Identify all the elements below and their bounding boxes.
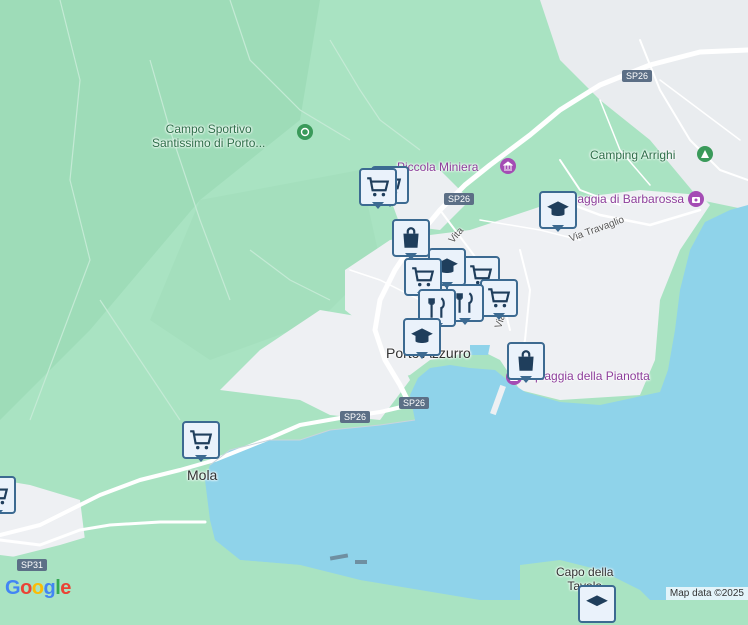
- shopping-cart-marker[interactable]: [359, 168, 397, 209]
- marker-tip: [520, 376, 532, 383]
- shop-bag-marker[interactable]: [392, 219, 430, 260]
- school-marker-edge[interactable]: [578, 585, 616, 625]
- google-logo[interactable]: Google: [5, 577, 71, 600]
- school-marker[interactable]: [403, 318, 441, 359]
- cart-icon: [190, 430, 213, 450]
- bag-icon: [403, 227, 419, 248]
- marker-tip: [493, 313, 505, 320]
- shopping-cart-marker[interactable]: [480, 279, 518, 320]
- cart-icon: [488, 288, 511, 308]
- marker-tip: [552, 225, 564, 232]
- camping-icon[interactable]: [697, 146, 713, 162]
- map-attribution[interactable]: Map data ©2025: [665, 587, 748, 600]
- sports-complex-icon[interactable]: [297, 124, 313, 140]
- marker-box: [392, 219, 430, 257]
- marker-box: [403, 318, 441, 356]
- shopping-cart-marker-edge[interactable]: [0, 476, 16, 517]
- campo-sportivo-label[interactable]: Campo Sportivo Santissimo di Porto...: [152, 122, 265, 150]
- cart-icon: [0, 488, 9, 505]
- school-marker[interactable]: [539, 191, 577, 232]
- marker-box: [0, 476, 16, 514]
- cart-icon: [412, 267, 435, 287]
- spiaggia-barbarossa-label[interactable]: Spiaggia di Barbarossa: [560, 192, 684, 206]
- marker-tip: [195, 455, 207, 462]
- road-badge-sp26-center: SP26: [444, 193, 475, 205]
- camping-arrighi-label[interactable]: Camping Arrighi: [590, 148, 675, 162]
- shop-bag-marker[interactable]: [507, 342, 545, 383]
- road-badge-sp26-north: SP26: [622, 70, 653, 82]
- marker-box: [578, 585, 616, 623]
- marker-box: [480, 279, 518, 317]
- marker-tip: [459, 318, 471, 325]
- map-canvas[interactable]: [0, 0, 748, 600]
- marker-tip: [372, 202, 384, 209]
- bag-icon: [518, 350, 534, 371]
- school-icon: [547, 201, 569, 216]
- road-badge-sp26-west: SP26: [340, 411, 371, 423]
- mola-label[interactable]: Mola: [187, 467, 217, 483]
- marker-box: [539, 191, 577, 229]
- marker-box: [359, 168, 397, 206]
- school-icon: [411, 328, 433, 343]
- road-badge-sp26-port: SP26: [399, 397, 430, 409]
- museum-icon[interactable]: [500, 158, 516, 174]
- marker-box: [507, 342, 545, 380]
- school-icon: [586, 595, 608, 607]
- beach-camera-icon[interactable]: [688, 191, 704, 207]
- road-badge-sp31: SP31: [17, 559, 48, 571]
- marker-box: [182, 421, 220, 459]
- piccola-miniera-label[interactable]: Piccola Miniera: [397, 160, 478, 174]
- campo-sportivo-text: Campo Sportivo Santissimo di Porto...: [152, 122, 266, 150]
- marker-tip: [416, 352, 428, 359]
- spiaggia-pianotta-label[interactable]: Spiaggia della Pianotta: [527, 369, 650, 383]
- marker-tip: [0, 510, 3, 517]
- shopping-cart-marker[interactable]: [182, 421, 220, 462]
- cart-icon: [367, 177, 390, 197]
